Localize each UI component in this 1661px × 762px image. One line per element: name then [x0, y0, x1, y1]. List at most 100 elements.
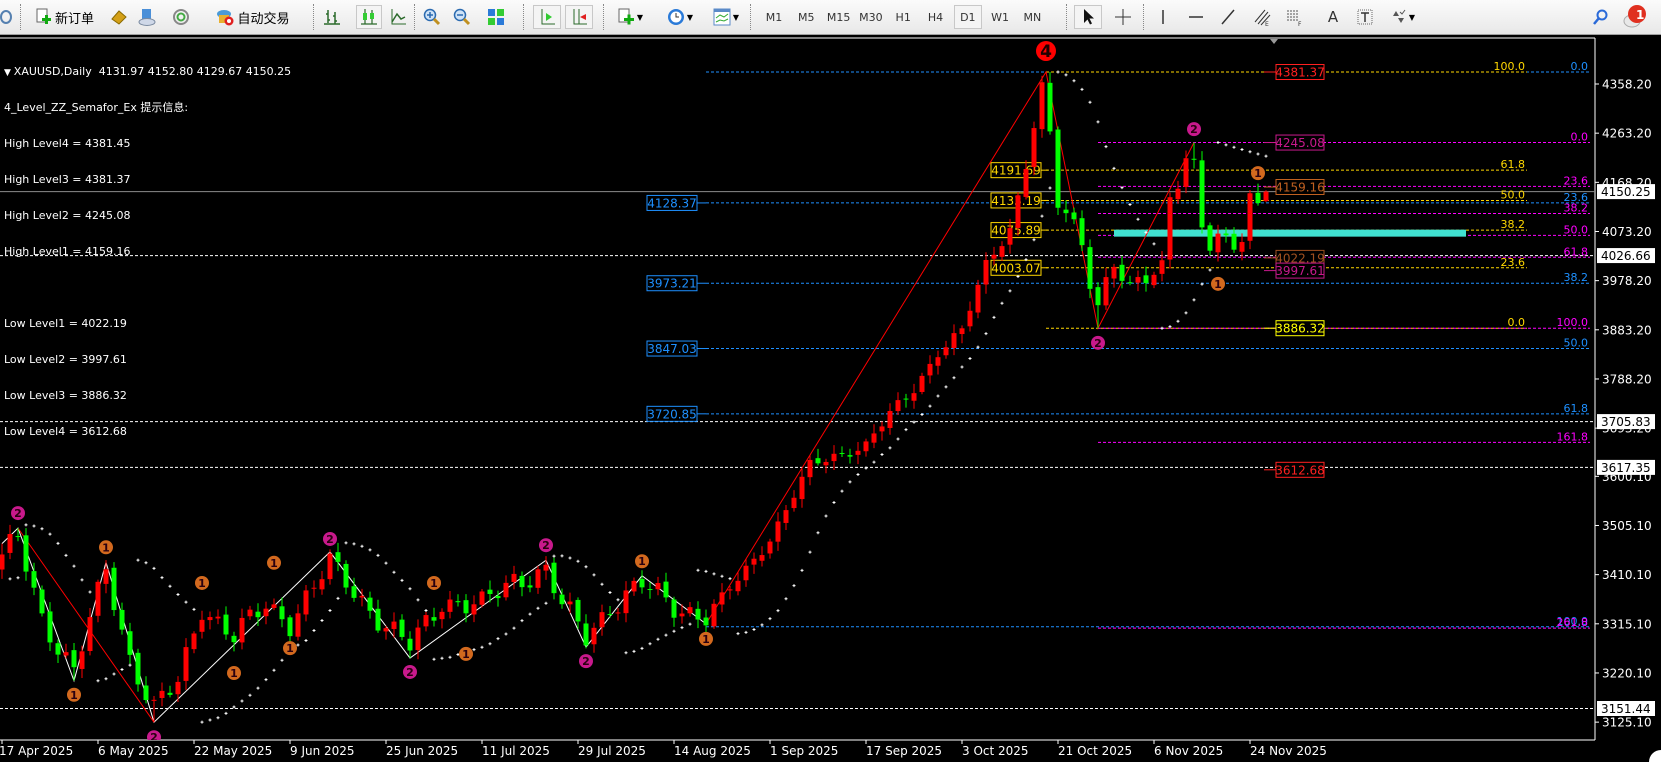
fib-yellow-level-label: 0.0	[1508, 316, 1526, 329]
arrows-dropdown[interactable]: ▼	[1384, 5, 1420, 29]
candle-body	[199, 619, 205, 632]
timeframe-m15[interactable]: M15	[825, 5, 853, 29]
symbol-ohlc-text: XAUUSD,Daily 4131.97 4152.80 4129.67 415…	[13, 65, 292, 78]
trendline-button[interactable]	[1215, 5, 1241, 29]
candle-body	[831, 453, 837, 462]
candle-body	[207, 617, 213, 621]
toolbar-separator	[20, 4, 21, 30]
semafor-label: 1	[286, 642, 294, 655]
timeframe-h4[interactable]: H4	[922, 5, 950, 29]
bar-chart-button[interactable]	[320, 5, 344, 29]
candle-body	[1223, 233, 1229, 236]
chevron-down-icon: ▼	[686, 12, 694, 22]
candle-body	[519, 575, 525, 588]
candle-body	[575, 599, 581, 622]
toolbar-separator	[1143, 4, 1144, 30]
vertical-line-button[interactable]	[1150, 5, 1176, 29]
zoom-in-button[interactable]	[420, 5, 444, 29]
symbol-ohlc-header: ▼ XAUUSD,Daily 4131.97 4152.80 4129.67 4…	[4, 65, 292, 79]
candle-body	[191, 633, 197, 650]
candle-body	[959, 328, 965, 335]
candle-body	[911, 393, 917, 401]
cursor-tool-button[interactable]	[1074, 5, 1102, 29]
candle-body	[855, 450, 861, 455]
horizontal-line-icon	[1189, 16, 1203, 18]
semafor-label: 1	[102, 541, 110, 554]
candle-body	[807, 459, 813, 478]
toolbar-separator	[1066, 4, 1067, 30]
fibonacci-icon: F	[1287, 10, 1302, 26]
timeframe-m30[interactable]: M30	[857, 5, 885, 29]
line-chart-button[interactable]	[386, 5, 410, 29]
signals-button[interactable]	[170, 5, 192, 29]
candle-body	[183, 647, 189, 681]
templates-dropdown[interactable]: ▼	[708, 5, 744, 29]
horizontal-line-button[interactable]	[1183, 5, 1209, 29]
candle-body	[591, 627, 597, 645]
market-watch-button[interactable]	[108, 5, 130, 29]
support-zone-bar[interactable]	[1114, 229, 1466, 237]
candle-body	[767, 541, 773, 554]
timeframe-d1[interactable]: D1	[953, 5, 982, 29]
level-box-text: 4381.37	[1275, 66, 1325, 80]
candle-body	[399, 619, 405, 637]
candlestick-chart-button[interactable]	[356, 5, 382, 29]
fib-blue-price-text: 3973.21	[647, 277, 697, 291]
candle-body	[1015, 195, 1021, 228]
candle-body	[1199, 160, 1205, 228]
candle-body	[1167, 197, 1173, 260]
timeframe-w1[interactable]: W1	[986, 5, 1014, 29]
candle-body	[1039, 82, 1045, 130]
fib-blue-level-label: 50.0	[1564, 337, 1589, 350]
collapse-triangle-icon[interactable]: ▼	[4, 68, 14, 78]
search-icon	[1593, 9, 1608, 25]
candle-body	[567, 601, 573, 605]
autotrading-button[interactable]: 自动交易	[200, 5, 306, 29]
equidistant-channel-button[interactable]: E	[1248, 5, 1276, 29]
date-axis-label: 1 Sep 2025	[770, 744, 838, 758]
search-button[interactable]	[1588, 5, 1614, 29]
timeframe-m5[interactable]: M5	[792, 5, 820, 29]
candle-body	[1239, 242, 1245, 252]
candle-body	[663, 581, 669, 598]
zoom-out-button[interactable]	[450, 5, 474, 29]
candle-body	[23, 535, 29, 572]
candle-body	[87, 617, 93, 652]
fibonacci-button[interactable]: F	[1281, 5, 1309, 29]
chart-shift-button[interactable]	[565, 5, 593, 29]
date-axis-label: 29 Jul 2025	[578, 744, 646, 758]
crosshair-tool-button[interactable]	[1110, 5, 1136, 29]
text-tool-button[interactable]: A	[1320, 5, 1346, 29]
chevron-down-icon: ▼	[1408, 12, 1416, 22]
price-axis-label: 3220.10	[1602, 666, 1652, 680]
high-level-3: High Level3 = 4381.37	[4, 173, 131, 186]
candle-body	[239, 617, 245, 643]
periodicity-dropdown[interactable]: ▼	[660, 5, 700, 29]
timeframe-mn[interactable]: MN	[1018, 5, 1046, 29]
auto-scroll-button[interactable]	[533, 5, 561, 29]
candle-body	[1119, 264, 1125, 281]
text-label-button[interactable]	[1352, 5, 1378, 29]
clock-icon	[667, 9, 684, 25]
notifications-button[interactable]: 1	[1620, 5, 1650, 29]
candle-body	[1135, 277, 1141, 283]
indicators-dropdown[interactable]: ▼	[610, 5, 650, 29]
print-preview-button[interactable]	[0, 5, 12, 29]
timeframe-h1[interactable]: H1	[889, 5, 917, 29]
candle-body	[551, 562, 557, 594]
axis-price-box-text: 3705.83	[1601, 415, 1651, 429]
price-axis-label: 3410.10	[1602, 568, 1652, 582]
timeframe-m1[interactable]: M1	[760, 5, 788, 29]
date-axis-label: 17 Apr 2025	[0, 744, 73, 758]
candle-body	[1151, 274, 1157, 286]
axis-price-box-text: 4150.25	[1601, 185, 1651, 199]
candle-body	[479, 591, 485, 605]
fib-magenta-level-label: 100.0	[1557, 316, 1589, 329]
candle-body	[359, 595, 365, 598]
new-order-button[interactable]: 新订单	[28, 5, 100, 29]
fib-magenta-level-label: 0.0	[1571, 131, 1589, 144]
navigator-button[interactable]	[136, 5, 158, 29]
fib-yellow-level-label: 38.2	[1501, 218, 1526, 231]
candle-body	[727, 589, 733, 591]
tile-windows-button[interactable]	[484, 5, 508, 29]
